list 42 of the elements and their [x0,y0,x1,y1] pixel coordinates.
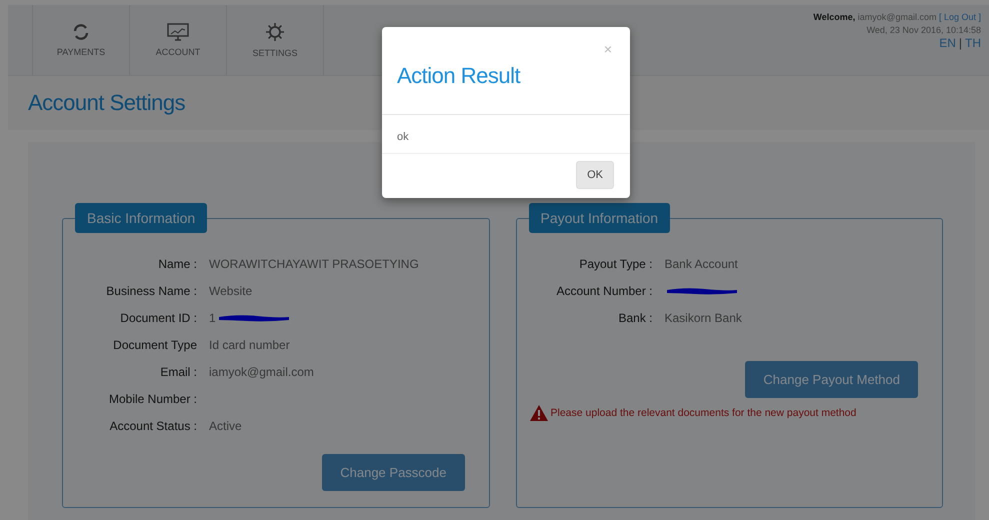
user-email: iamyok@gmail.com [858,12,936,22]
nav-tab[interactable]: ACCOUNT [129,5,226,75]
field-value: iamyok@gmail.com [209,364,314,378]
panel-heading: Payout Information [528,203,670,233]
field-value: Website [209,284,252,298]
field-value: 1 [209,310,216,324]
dialog-title: Action Result [397,63,522,89]
field-value: WORAWITCHAYAWIT PRASOETYING [209,256,419,270]
nav-tab[interactable]: PAYMENTS [32,5,129,75]
language-link[interactable]: TH [965,36,981,50]
field-label: Bank : [617,310,654,324]
logout-link[interactable]: [ Log Out ] [938,12,981,22]
language-link[interactable]: EN [939,36,956,50]
field-label: Mobile Number : [108,392,198,406]
page-title: Account Settings [28,90,186,116]
refresh-icon [72,23,90,41]
change-button[interactable]: Change Passcode [322,454,464,491]
language-separator: | [958,36,962,50]
monitor-chart-icon [167,23,189,41]
change-button[interactable]: Change Payout Method [745,361,918,398]
field-value: Bank Account [664,256,738,270]
field-value: Kasikorn Bank [664,310,742,324]
panel-heading: Basic Information [75,203,208,233]
field-label: Payout Type : [578,256,654,270]
field-value: Id card number [209,338,290,352]
field-label: Document Type [112,338,198,352]
field-label: Name : [157,256,198,270]
nav-tab[interactable]: SETTINGS [226,5,324,75]
gear-icon [265,22,285,42]
field-label: Business Name : [105,284,198,298]
field-label: Account Number : [555,284,654,298]
field-value: Active [209,418,242,432]
welcome-text: Welcome, [813,12,856,22]
warning-message: Please upload the relevant documents for the new payout method [550,407,856,419]
dialog-message: ok [396,130,410,141]
ok-button[interactable]: OK [576,161,614,189]
field-label: Account Status : [108,418,198,432]
warning-icon [528,404,548,422]
field-label: Email : [159,364,198,378]
date-time: Wed, 23 Nov 2016, 10:14:58 [866,24,981,37]
close-button[interactable]: × [604,41,612,57]
field-label: Document ID : [119,310,198,324]
